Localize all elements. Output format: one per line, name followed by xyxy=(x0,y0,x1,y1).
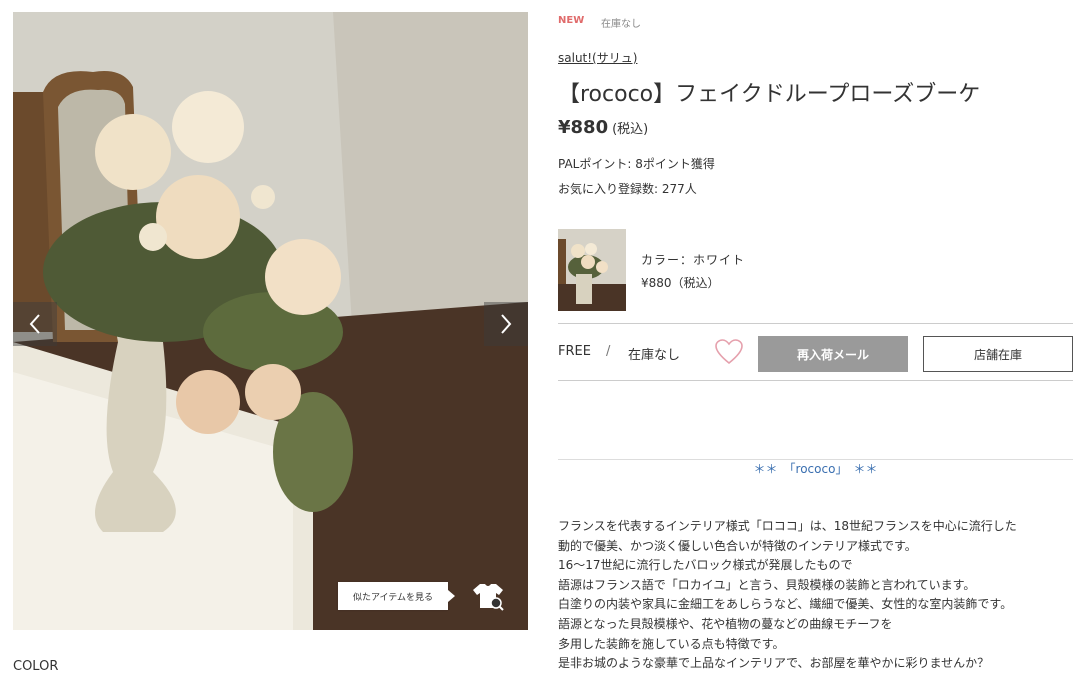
product-price: ¥880 (税込) xyxy=(558,117,648,138)
stock-badge: 在庫なし xyxy=(601,19,641,30)
description-line: 動的で優美、かつ淡く優しい色合いが特徴のインテリア様式です。 xyxy=(558,538,917,553)
favorite-count: お気に入り登録数: 277人 xyxy=(558,182,697,196)
tshirt-search-icon xyxy=(473,584,504,611)
bouquet-photo xyxy=(13,12,528,630)
description-line: 是非お城のような豪華で上品なインテリアで、お部屋を華やかに彩りませんか？ xyxy=(558,656,990,671)
product-image[interactable] xyxy=(13,12,528,630)
new-badge: NEW xyxy=(558,15,585,26)
restock-mail-button[interactable]: 再入荷メール xyxy=(758,336,908,372)
brand-link[interactable]: salut!(サリュ) xyxy=(558,49,637,66)
chevron-right-icon xyxy=(501,314,512,334)
similar-items-pointer xyxy=(448,590,455,602)
prev-image-button[interactable] xyxy=(13,302,57,346)
similar-items-label: 似たアイテムを見る xyxy=(352,592,434,603)
next-image-button[interactable] xyxy=(484,302,528,346)
color-variant-price: ¥880（税込） xyxy=(641,276,720,290)
price-tax-label: (税込) xyxy=(612,122,649,137)
size-label: FREE xyxy=(558,344,591,359)
variant-photo xyxy=(558,229,626,311)
product-title: 【rococo】フェイクドループローズブーケ xyxy=(558,82,981,107)
divider xyxy=(558,323,1073,324)
similar-items-button[interactable]: 似たアイテムを見る xyxy=(338,582,448,610)
similar-items-icon-button[interactable] xyxy=(464,572,512,620)
description-line: 白塗りの内装や家具に金細工をあしらうなど、繊細で優美、女性的な室内装飾です。 xyxy=(558,597,1013,612)
color-section-label: COLOR xyxy=(13,659,59,674)
size-separator: / xyxy=(606,344,611,359)
favorite-button[interactable] xyxy=(715,339,745,367)
color-variant-name: カラー：ホワイト xyxy=(641,253,746,267)
description-line: 語源となった貝殻模様や、花や植物の蔓などの曲線モチーフを xyxy=(558,616,893,631)
product-description: フランスを代表するインテリア様式「ロココ」は、18世紀フランスを中心に流行した … xyxy=(558,517,1073,674)
store-stock-button[interactable]: 店舗在庫 xyxy=(923,336,1073,372)
price-value: ¥880 xyxy=(558,117,609,138)
description-line: 16～17世紀に流行したバロック様式が発展したもので xyxy=(558,558,853,573)
size-stock-status: 在庫なし xyxy=(628,348,681,363)
pal-points: PALポイント: 8ポイント獲得 xyxy=(558,157,715,171)
description-heading: ＊＊ 「rococo」 ＊＊ xyxy=(753,462,878,476)
divider xyxy=(558,380,1073,381)
heart-icon xyxy=(715,339,743,365)
color-variant-thumbnail[interactable] xyxy=(558,229,626,311)
chevron-left-icon xyxy=(29,314,40,334)
description-line: 語源はフランス語で「ロカイユ」と言う、貝殻模様の装飾と言われています。 xyxy=(558,577,976,592)
description-line: フランスを代表するインテリア様式「ロココ」は、18世紀フランスを中心に流行した xyxy=(558,519,1017,533)
description-line: 多用した装飾を施している点も特徴です。 xyxy=(558,636,785,651)
